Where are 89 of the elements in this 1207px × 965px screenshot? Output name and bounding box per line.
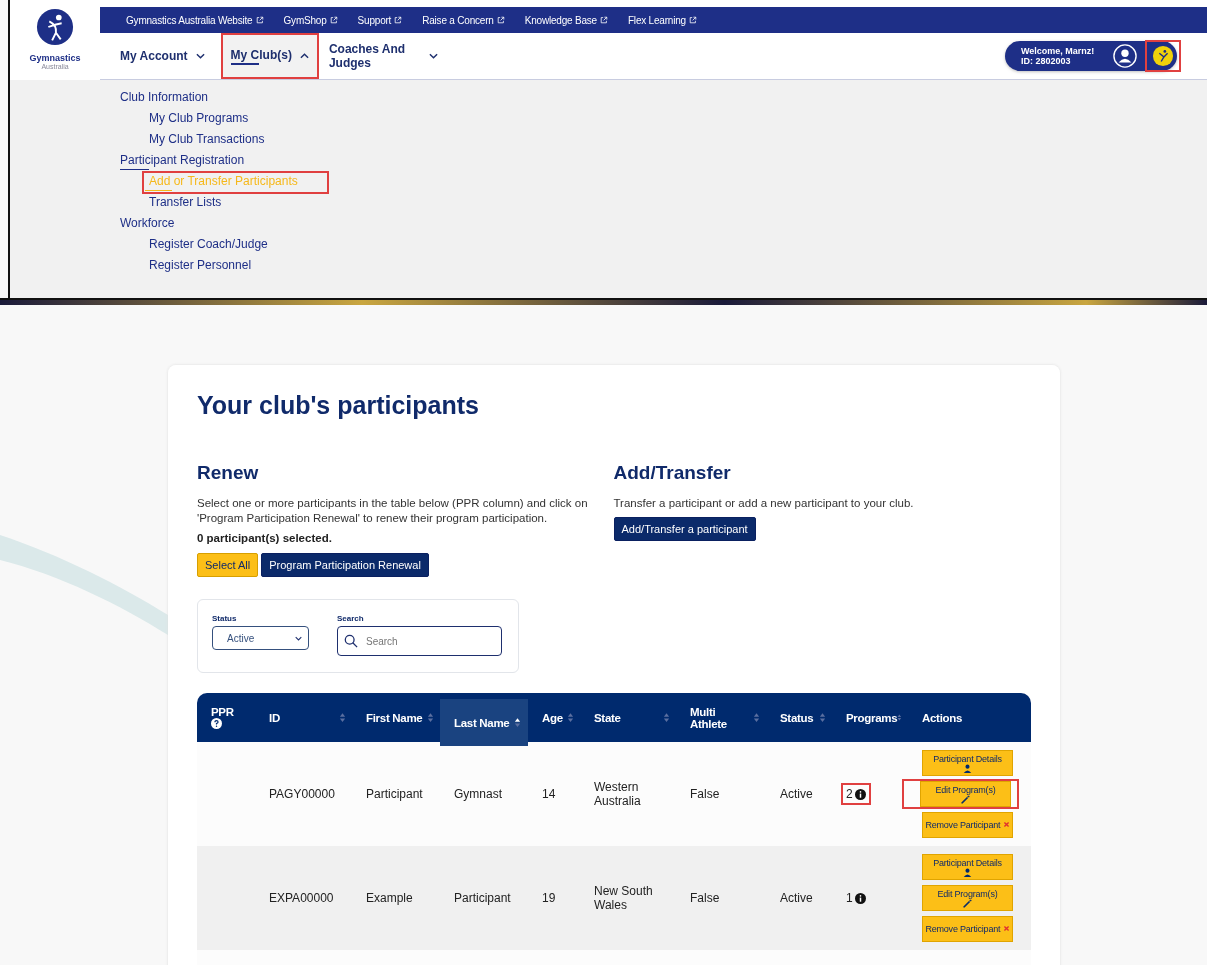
table-cell-text: False (689, 787, 721, 801)
column-header[interactable]: ID (255, 693, 352, 742)
external-link[interactable]: Flex Learning (627, 14, 697, 26)
row-action-button[interactable]: Remove Participant (922, 916, 1013, 942)
logo-text: Gymnastics (29, 53, 81, 63)
table-cell-text: 14 (541, 787, 557, 801)
action-button[interactable]: Select All (197, 553, 259, 577)
menu-item-link[interactable]: My Club Transactions (149, 132, 265, 147)
table-cell-text: Participant (453, 891, 512, 905)
external-link[interactable]: Knowledge Base (524, 14, 608, 26)
table-cell-text: Participant (365, 787, 424, 801)
external-link-icon (599, 16, 608, 24)
menu-section-link[interactable]: Participant Registration (120, 153, 245, 170)
add-transfer-button[interactable]: Add/Transfer a participant (613, 517, 756, 541)
info-icon (854, 788, 866, 800)
person-icon (963, 763, 972, 773)
pencil-icon (961, 794, 970, 804)
add-transfer-description: Transfer a participant or add a new participant to your club. (613, 496, 915, 511)
column-header[interactable]: PPR (197, 693, 255, 742)
renew-description: Select one or more participants in the table below (PPR column) and click on 'Program Participation Renewal' to renew their program participation. (197, 496, 589, 526)
cross-icon (1002, 821, 1010, 828)
row-action-button[interactable]: Participant Details (922, 854, 1013, 880)
selected-count: 0 participant(s) selected. (197, 532, 332, 544)
section-heading: Renew (197, 462, 259, 484)
row-action-button[interactable]: Remove Participant (922, 812, 1013, 838)
search-label: Search (337, 614, 365, 623)
pencil-icon (963, 898, 972, 908)
cross-icon (1002, 925, 1010, 932)
welcome-text: Welcome, Marnz! (1021, 46, 1096, 56)
external-link-icon (255, 16, 264, 24)
external-link[interactable]: Support (357, 14, 403, 26)
table-cell-text: EXPA00000 (268, 891, 335, 905)
external-link[interactable]: Gymnastics Australia Website (126, 14, 264, 26)
help-icon[interactable] (211, 718, 222, 729)
section-heading: Add/Transfer (613, 462, 731, 484)
table-cell-text: Gymnast (453, 787, 503, 801)
menu-item-link[interactable]: Transfer Lists (149, 195, 222, 210)
menu-item-link[interactable]: Register Personnel (149, 258, 252, 273)
gymnast-badge-icon[interactable] (1152, 45, 1174, 67)
column-header[interactable]: Programs (832, 693, 908, 742)
nav-tab[interactable]: My Club(s) (220, 33, 319, 79)
table-cell-text: Active (779, 891, 814, 905)
info-icon (854, 892, 866, 904)
sort-icon[interactable] (514, 717, 522, 728)
table-cell-text: False (689, 891, 721, 905)
external-link-icon (688, 16, 697, 24)
row-action-button[interactable]: Edit Program(s) (922, 885, 1013, 911)
table-cell-text: New South Wales (593, 884, 654, 912)
row-action-button[interactable]: Edit Program(s) (920, 781, 1011, 807)
column-header[interactable]: Actions (908, 693, 1031, 742)
column-header[interactable]: Multi Athlete (676, 693, 766, 742)
column-header[interactable]: Last Name (440, 699, 528, 746)
column-header[interactable]: State (580, 693, 676, 742)
menu-section-link[interactable]: Workforce (120, 216, 175, 231)
status-dropdown[interactable]: Active (212, 626, 309, 650)
table-cell-text: Example (365, 891, 414, 905)
table-cell-text: 19 (541, 891, 557, 905)
chevron-icon (299, 53, 309, 59)
table-cell-text: PAGY00000 (268, 787, 336, 801)
chevron-icon (428, 53, 438, 59)
programs-count[interactable]: 2 (841, 783, 871, 805)
menu-item-link[interactable]: My Club Programs (149, 111, 249, 126)
external-link-icon (496, 16, 505, 24)
status-label: Status (212, 614, 238, 623)
column-header[interactable]: Age (528, 693, 580, 742)
action-button[interactable]: Program Participation Renewal (261, 553, 429, 577)
programs-count[interactable]: 1 (841, 887, 871, 909)
user-avatar-icon[interactable] (1113, 44, 1137, 68)
nav-tab[interactable]: My Account (110, 33, 221, 79)
column-header[interactable]: Status (766, 693, 832, 742)
chevron-icon (195, 53, 205, 59)
table-cell-text: Western Australia (593, 780, 642, 808)
row-action-button[interactable]: Participant Details (922, 750, 1013, 776)
menu-section-link[interactable]: Club Information (120, 90, 209, 105)
external-link[interactable]: Raise a Concern (422, 14, 505, 26)
page-title: Your club's participants (197, 391, 480, 420)
person-icon (963, 867, 972, 877)
chevron-icon (295, 635, 302, 641)
column-header[interactable]: First Name (352, 693, 440, 742)
table-cell-text: Active (779, 787, 814, 801)
external-link[interactable]: GymShop (283, 14, 338, 26)
search-field[interactable]: Search (337, 626, 502, 656)
external-link-icon (329, 16, 338, 24)
menu-item-link[interactable]: Register Coach/Judge (149, 237, 268, 252)
external-link-icon (394, 16, 403, 24)
user-id: ID: 2802003 (1021, 56, 1072, 66)
nav-tab[interactable]: Coaches And Judges (318, 33, 448, 79)
gymnast-logo-icon[interactable] (36, 8, 74, 46)
search-icon (344, 634, 358, 648)
